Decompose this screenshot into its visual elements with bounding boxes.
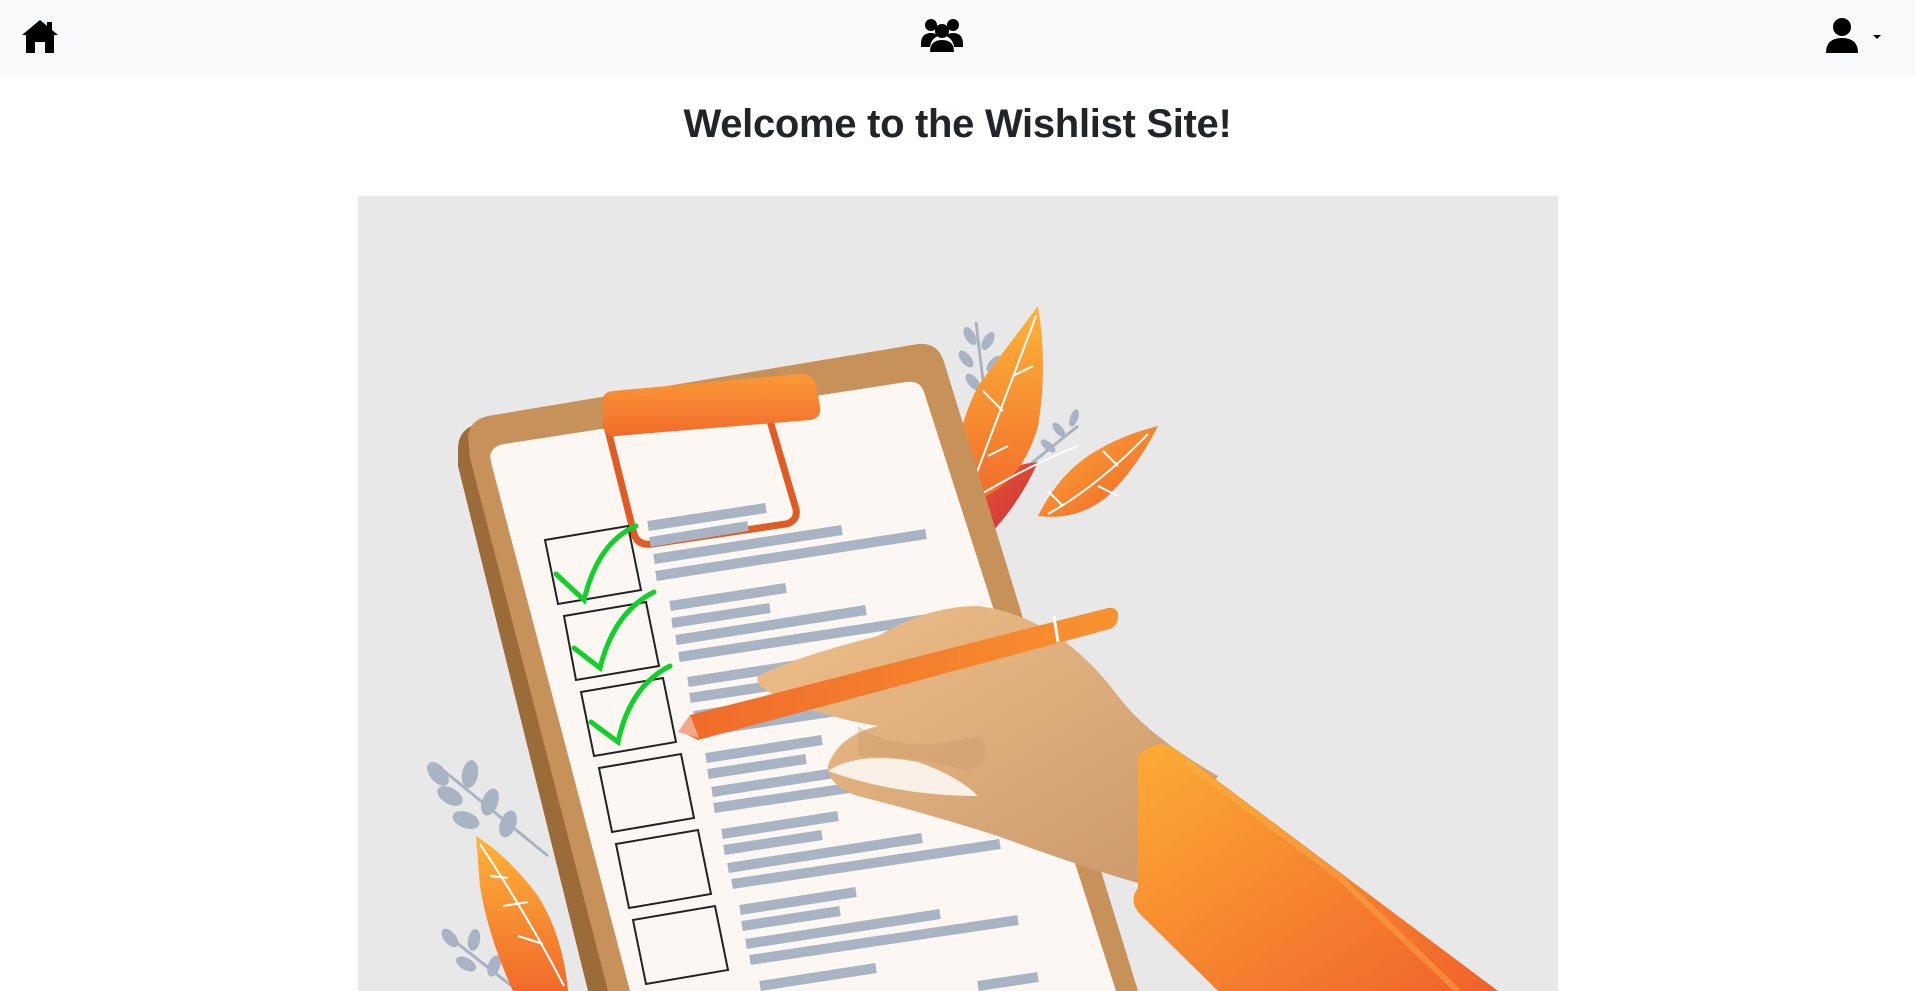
top-navbar <box>0 0 1915 76</box>
page-title: Welcome to the Wishlist Site! <box>683 102 1232 146</box>
hero-illustration <box>358 196 1558 991</box>
users-group-icon <box>921 19 963 52</box>
groups-button[interactable] <box>920 16 964 54</box>
user-icon <box>1826 18 1858 53</box>
user-menu-button[interactable] <box>1824 17 1886 57</box>
home-button[interactable] <box>20 18 60 56</box>
home-icon <box>22 20 58 53</box>
clipboard-checklist-illustration <box>427 306 1498 991</box>
caret-down-icon <box>1873 35 1881 39</box>
